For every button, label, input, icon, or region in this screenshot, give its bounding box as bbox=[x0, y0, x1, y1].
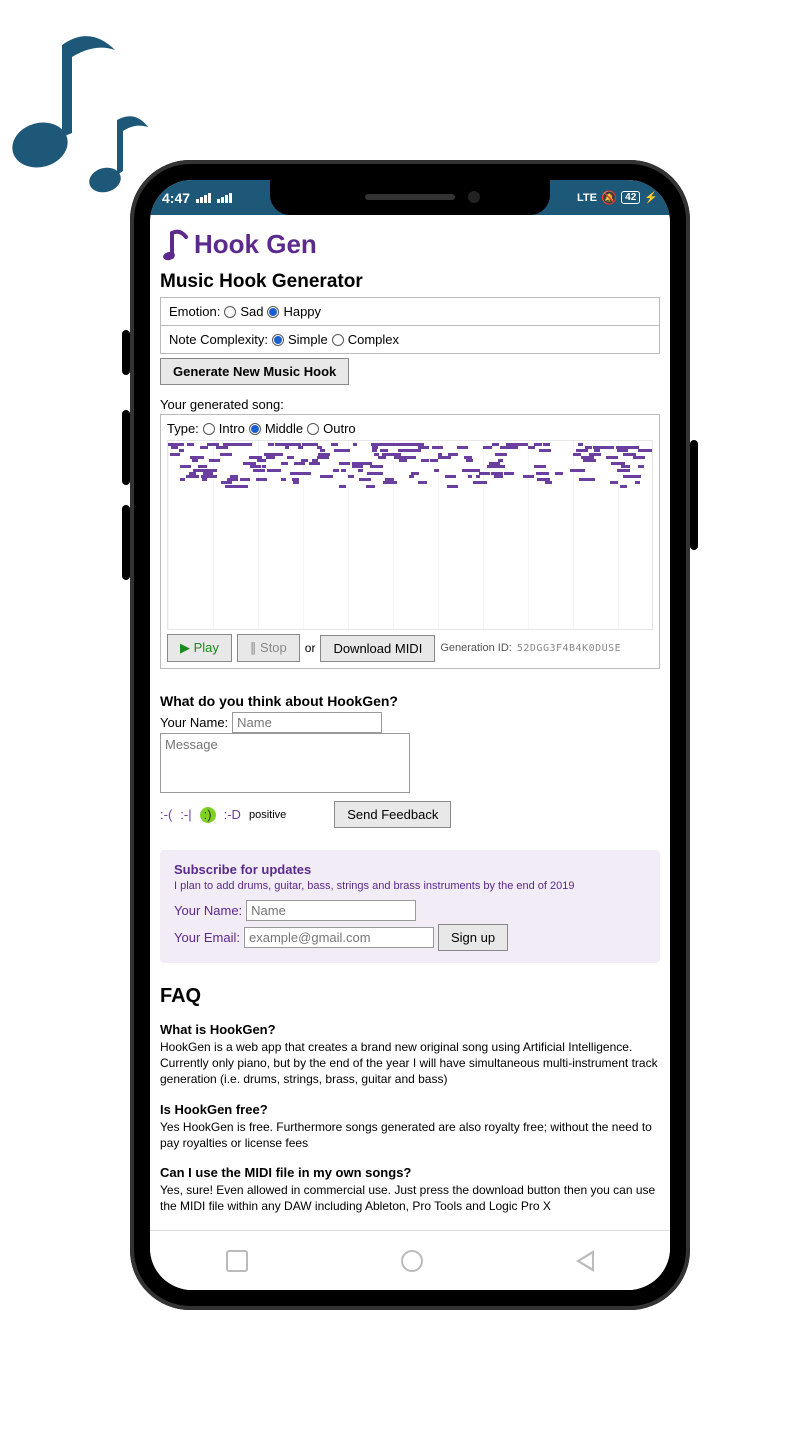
faq-a-2: Yes, sure! Even allowed in commercial us… bbox=[160, 1182, 660, 1214]
faq-q-0: What is HookGen? bbox=[160, 1022, 660, 1037]
feedback-message-input[interactable] bbox=[160, 733, 410, 793]
radio-complexity-simple[interactable] bbox=[272, 334, 284, 346]
sentiment-positive-icon[interactable]: :) bbox=[200, 807, 216, 823]
power-button bbox=[690, 440, 698, 550]
subscribe-name-input[interactable] bbox=[246, 900, 416, 921]
feedback-heading: What do you think about HookGen? bbox=[160, 693, 660, 709]
complexity-label: Note Complexity: bbox=[169, 332, 268, 347]
faq-a-1: Yes HookGen is free. Furthermore songs g… bbox=[160, 1119, 660, 1151]
type-option-intro[interactable]: Intro bbox=[219, 421, 245, 436]
nav-back-icon[interactable] bbox=[576, 1250, 594, 1272]
signal-icon bbox=[196, 193, 211, 203]
generation-id: 52DGG3F4B4K0DUSE bbox=[517, 643, 621, 654]
stop-button[interactable]: ∥ Stop bbox=[237, 634, 300, 662]
download-midi-button[interactable]: Download MIDI bbox=[320, 635, 435, 662]
radio-type-intro[interactable] bbox=[203, 423, 215, 435]
radio-complexity-complex[interactable] bbox=[332, 334, 344, 346]
hookgen-note-icon bbox=[160, 227, 190, 261]
volume-up-button bbox=[122, 410, 130, 485]
phone-frame: 4:47 LTE 🔕 42 ⚡ Hook Gen bbox=[130, 160, 690, 1310]
complexity-row: Note Complexity: Simple Complex bbox=[160, 326, 660, 354]
nav-home-icon[interactable] bbox=[401, 1250, 423, 1272]
emotion-label: Emotion: bbox=[169, 304, 220, 319]
lte-indicator: LTE bbox=[577, 192, 597, 204]
type-option-outro[interactable]: Outro bbox=[323, 421, 356, 436]
signal-icon-2 bbox=[217, 193, 232, 203]
status-time: 4:47 bbox=[162, 190, 190, 206]
type-option-middle[interactable]: Middle bbox=[265, 421, 303, 436]
or-label: or bbox=[305, 641, 316, 655]
logo-text: Hook Gen bbox=[194, 229, 317, 260]
subscribe-name-label: Your Name: bbox=[174, 903, 242, 918]
battery-indicator: 42 bbox=[621, 191, 640, 204]
generated-label: Your generated song: bbox=[160, 397, 660, 412]
feedback-name-input[interactable] bbox=[232, 712, 382, 733]
faq-a-0: HookGen is a web app that creates a bran… bbox=[160, 1039, 660, 1088]
page-title: Music Hook Generator bbox=[160, 271, 660, 293]
feedback-name-label: Your Name: bbox=[160, 715, 228, 730]
phone-notch bbox=[270, 180, 550, 215]
subscribe-heading: Subscribe for updates bbox=[174, 862, 646, 877]
subscribe-email-input[interactable] bbox=[244, 927, 434, 948]
signup-button[interactable]: Sign up bbox=[438, 924, 508, 951]
sentiment-negative-icon[interactable]: :-( bbox=[160, 807, 172, 822]
android-nav-bar bbox=[150, 1230, 670, 1290]
send-feedback-button[interactable]: Send Feedback bbox=[334, 801, 451, 828]
generate-button[interactable]: Generate New Music Hook bbox=[160, 358, 349, 385]
play-button[interactable]: ▶ Play bbox=[167, 634, 232, 662]
type-row: Type: Intro Middle Outro bbox=[167, 419, 653, 440]
complexity-option-complex[interactable]: Complex bbox=[348, 332, 399, 347]
sentiment-neutral-icon[interactable]: :-| bbox=[180, 807, 191, 822]
app-logo: Hook Gen bbox=[160, 221, 660, 271]
side-button bbox=[122, 330, 130, 375]
volume-down-button bbox=[122, 505, 130, 580]
complexity-option-simple[interactable]: Simple bbox=[288, 332, 328, 347]
generation-id-label: Generation ID: bbox=[440, 642, 512, 654]
subscribe-email-label: Your Email: bbox=[174, 930, 240, 945]
sentiment-vpositive-icon[interactable]: :-D bbox=[224, 807, 241, 822]
emotion-option-happy[interactable]: Happy bbox=[283, 304, 321, 319]
midi-pianoroll bbox=[167, 440, 653, 630]
midi-panel: Type: Intro Middle Outro ▶ Play ∥ Stop o… bbox=[160, 414, 660, 669]
music-note-icon bbox=[10, 15, 160, 195]
faq-q-2: Can I use the MIDI file in my own songs? bbox=[160, 1165, 660, 1180]
emotion-row: Emotion: Sad Happy bbox=[160, 297, 660, 326]
mute-icon: 🔕 bbox=[601, 190, 617, 206]
radio-type-outro[interactable] bbox=[307, 423, 319, 435]
nav-recent-icon[interactable] bbox=[226, 1250, 248, 1272]
subscribe-text: I plan to add drums, guitar, bass, strin… bbox=[174, 880, 646, 892]
radio-type-middle[interactable] bbox=[249, 423, 261, 435]
emotion-option-sad[interactable]: Sad bbox=[240, 304, 263, 319]
charging-icon: ⚡ bbox=[644, 191, 658, 204]
radio-emotion-happy[interactable] bbox=[267, 306, 279, 318]
faq-q-1: Is HookGen free? bbox=[160, 1102, 660, 1117]
radio-emotion-sad[interactable] bbox=[224, 306, 236, 318]
subscribe-panel: Subscribe for updates I plan to add drum… bbox=[160, 850, 660, 963]
faq-heading: FAQ bbox=[160, 985, 660, 1008]
type-label: Type: bbox=[167, 421, 199, 436]
sentiment-label: positive bbox=[249, 809, 286, 821]
